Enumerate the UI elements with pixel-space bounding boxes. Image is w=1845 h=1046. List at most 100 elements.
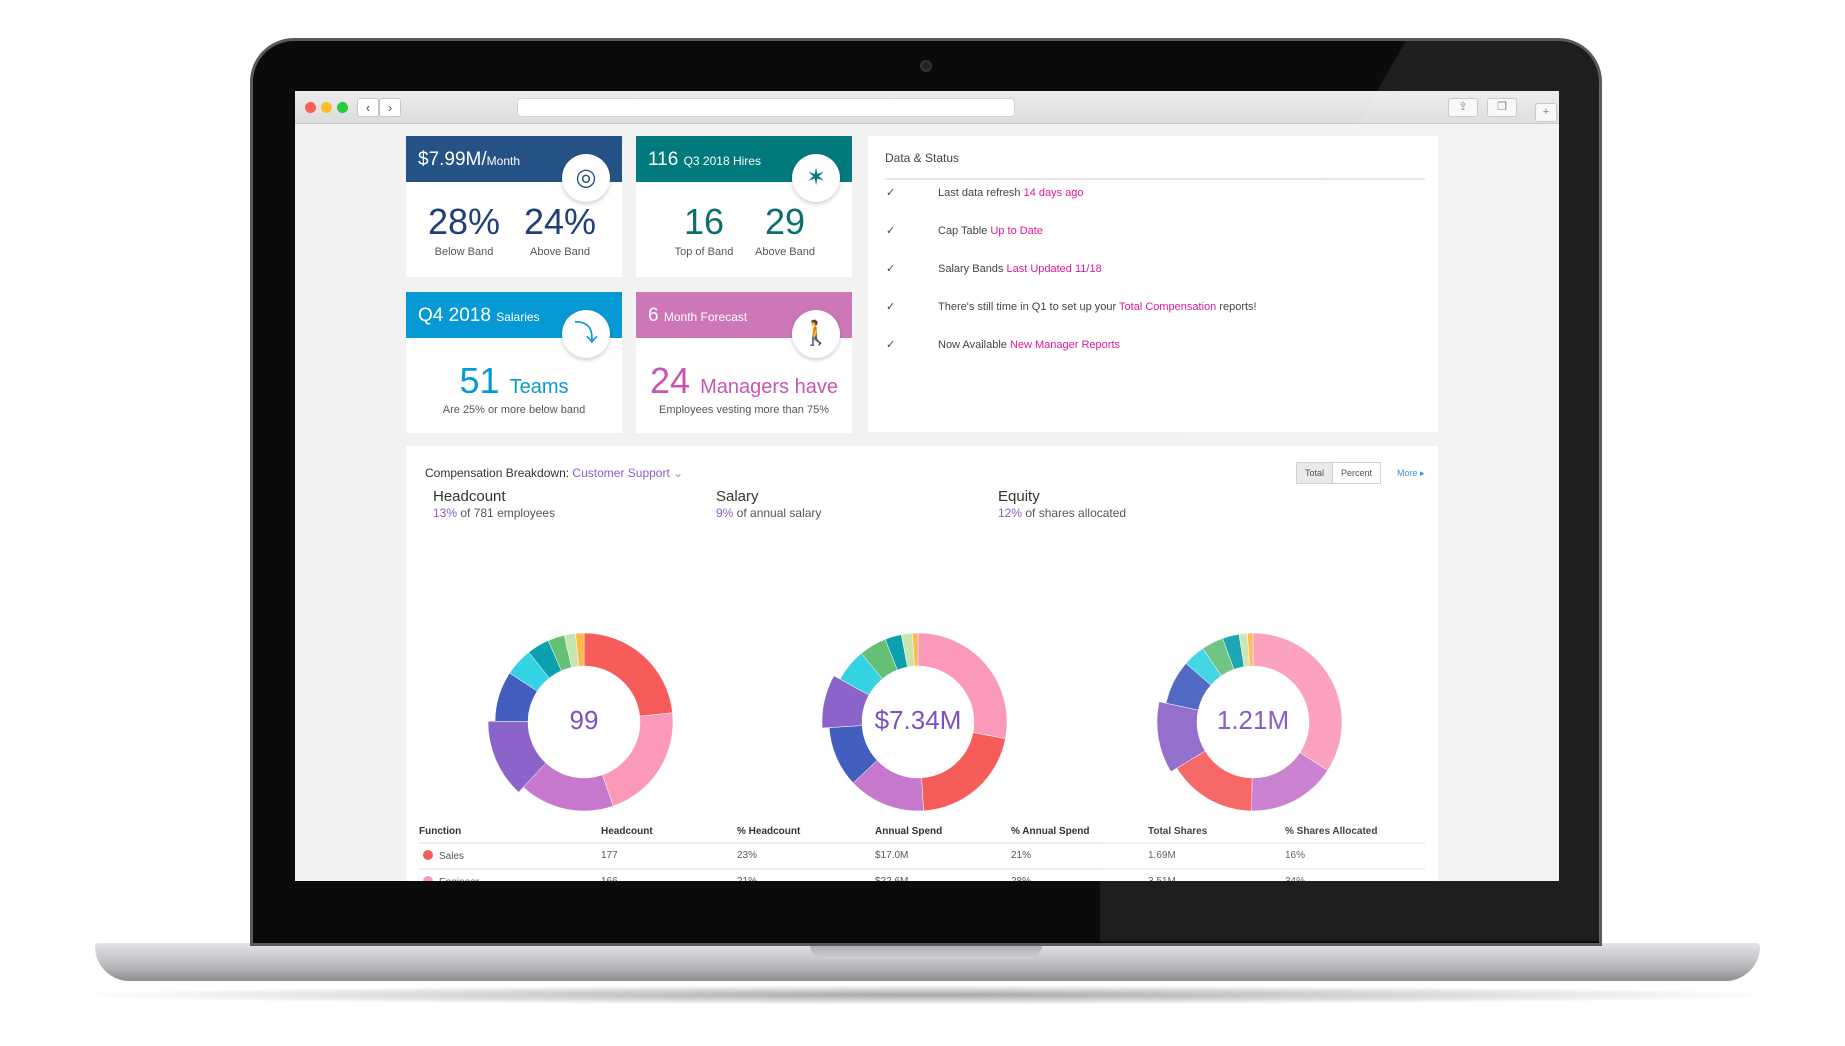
status-link[interactable]: Total Compensation bbox=[1119, 301, 1216, 313]
subtitle-text: of annual salary bbox=[733, 506, 822, 520]
column-header[interactable]: % Headcount bbox=[737, 826, 800, 837]
sales-segment[interactable] bbox=[921, 732, 1006, 812]
card-title-small: Q3 2018 Hires bbox=[683, 154, 761, 168]
status-link[interactable]: Up to Date bbox=[990, 225, 1043, 237]
address-bar[interactable] bbox=[517, 98, 1015, 117]
data-status-panel: Data & Status ✓ Last data refresh 14 days… bbox=[868, 136, 1438, 432]
cell-text: 34% bbox=[1285, 876, 1305, 881]
chevron-down-icon[interactable]: ⌄ bbox=[670, 466, 683, 480]
card-title: Q4 2018 bbox=[418, 305, 491, 326]
table-cell: 16% bbox=[1285, 850, 1305, 861]
stat-label: Below Band bbox=[434, 246, 494, 258]
column-header[interactable]: Annual Spend bbox=[875, 826, 942, 837]
back-button[interactable]: ‹ bbox=[357, 98, 379, 117]
cell-text: 21% bbox=[737, 876, 757, 881]
new-tab-button[interactable]: + bbox=[1535, 103, 1557, 122]
cell-text: Sales bbox=[439, 851, 465, 862]
maximize-window-button[interactable] bbox=[337, 102, 348, 113]
chart-subtitle: 12% of shares allocated bbox=[998, 506, 1126, 520]
chart-title: Headcount bbox=[433, 488, 506, 505]
status-link[interactable]: Last Updated 11/18 bbox=[1006, 263, 1101, 275]
sales-segment[interactable] bbox=[583, 632, 673, 717]
color-swatch-icon bbox=[423, 850, 433, 860]
subtitle-text: of 781 employees bbox=[457, 506, 556, 520]
share-icon[interactable]: ⇪ bbox=[1448, 98, 1478, 117]
divider bbox=[885, 178, 1425, 180]
column-header[interactable]: Function bbox=[419, 826, 461, 837]
status-link[interactable]: 14 days ago bbox=[1024, 187, 1084, 199]
status-text: Now Available bbox=[938, 339, 1010, 351]
status-link[interactable]: New Manager Reports bbox=[1010, 339, 1120, 351]
minimize-window-button[interactable] bbox=[321, 102, 332, 113]
big-stat: 24 Managers have Employees vesting more t… bbox=[636, 360, 852, 416]
status-text: Last data refresh bbox=[938, 187, 1024, 199]
cell-text: 177 bbox=[601, 850, 618, 861]
status-text: Salary Bands bbox=[938, 263, 1007, 275]
table-cell: 177 bbox=[601, 850, 618, 861]
screen: ‹ › ⇪ ❐ + $7.99M/Month ◎ 28% Below Band 2… bbox=[295, 91, 1559, 881]
card-title-small: Month Forecast bbox=[663, 310, 748, 324]
big-stat: 51 Teams Are 25% or more below band bbox=[406, 360, 622, 416]
stars-icon: ✶ bbox=[792, 154, 840, 202]
card-title-small: Month bbox=[486, 154, 521, 168]
webcam bbox=[920, 60, 932, 72]
panel-title: Data & Status bbox=[885, 151, 960, 165]
table-cell: 166 bbox=[601, 876, 618, 881]
table-row[interactable] bbox=[419, 842, 1425, 868]
laptop-shadow bbox=[60, 985, 1795, 1005]
status-text-after: reports! bbox=[1216, 301, 1257, 313]
stat-value: 29 bbox=[764, 201, 806, 242]
table-cell: 28% bbox=[1011, 876, 1031, 881]
cell-text: $17.0M bbox=[875, 850, 909, 861]
chart-subtitle: 9% of annual salary bbox=[716, 506, 821, 520]
cell-text: 3.51M bbox=[1148, 876, 1176, 881]
engineer-segment[interactable] bbox=[1252, 632, 1343, 771]
view-toggle: Total Percent bbox=[1296, 462, 1382, 484]
column-header[interactable]: % Annual Spend bbox=[1011, 826, 1090, 837]
breakdown-label: Compensation Breakdown: bbox=[425, 466, 573, 480]
card-title-small: Salaries bbox=[496, 310, 540, 324]
tabs-icon[interactable]: ❐ bbox=[1487, 98, 1517, 117]
stat-label: Above Band bbox=[530, 246, 590, 258]
subtitle-text: of shares allocated bbox=[1022, 506, 1127, 520]
donut-center-value: 1.21M bbox=[1216, 705, 1290, 735]
status-item: ✓ Cap Table Up to Date bbox=[886, 224, 1426, 237]
check-icon: ✓ bbox=[886, 263, 896, 275]
subtitle-percent: 12% bbox=[998, 506, 1023, 520]
check-icon: ✓ bbox=[886, 225, 896, 237]
falling-arrow-icon: ⤵ bbox=[562, 310, 610, 358]
toggle-percent[interactable]: Percent bbox=[1333, 462, 1382, 484]
card-title: $7.99M/ bbox=[418, 149, 487, 170]
stat-value: 24% bbox=[523, 201, 597, 242]
status-item: ✓ Now Available New Manager Reports bbox=[886, 338, 1426, 351]
subtitle-percent: 13% bbox=[433, 506, 458, 520]
check-icon: ✓ bbox=[886, 301, 896, 313]
stat-label: Are 25% or more below band bbox=[442, 404, 586, 416]
more-link[interactable]: More ▸ bbox=[1397, 468, 1425, 479]
toggle-total[interactable]: Total bbox=[1296, 462, 1334, 484]
stat-label: Employees vesting more than 75% bbox=[659, 404, 829, 416]
table-cell: 1.69M bbox=[1148, 850, 1176, 861]
function-dropdown[interactable]: Customer Support bbox=[572, 466, 669, 480]
color-swatch-icon bbox=[423, 876, 433, 881]
status-item: ✓ Salary Bands Last Updated 11/18 bbox=[886, 262, 1426, 275]
table-cell: $22.6M bbox=[875, 876, 908, 881]
cell-text: 16% bbox=[1285, 850, 1306, 861]
table-row[interactable] bbox=[419, 868, 1425, 881]
table-cell: 21% bbox=[1011, 850, 1031, 861]
column-header[interactable]: Headcount bbox=[601, 826, 653, 837]
table-cell: Engineer bbox=[423, 876, 479, 881]
column-header[interactable]: % Shares Allocated bbox=[1285, 826, 1377, 837]
forward-button[interactable]: › bbox=[379, 98, 401, 117]
stat-unit: Managers have bbox=[700, 376, 838, 398]
close-window-button[interactable] bbox=[305, 102, 316, 113]
stat-value: 28% bbox=[427, 201, 501, 242]
hires-card: 116 Q3 2018 Hires ✶ 16 Top of Band 29 Abov… bbox=[636, 136, 852, 277]
cell-text: 21% bbox=[1011, 850, 1032, 861]
cell-text: 166 bbox=[601, 876, 618, 881]
check-icon: ✓ bbox=[886, 339, 896, 351]
stat-unit: Teams bbox=[509, 376, 569, 398]
cell-text: 28% bbox=[1011, 876, 1031, 881]
breakdown-header: Compensation Breakdown: Customer Support… bbox=[425, 466, 683, 480]
column-header[interactable]: Total Shares bbox=[1148, 826, 1207, 837]
